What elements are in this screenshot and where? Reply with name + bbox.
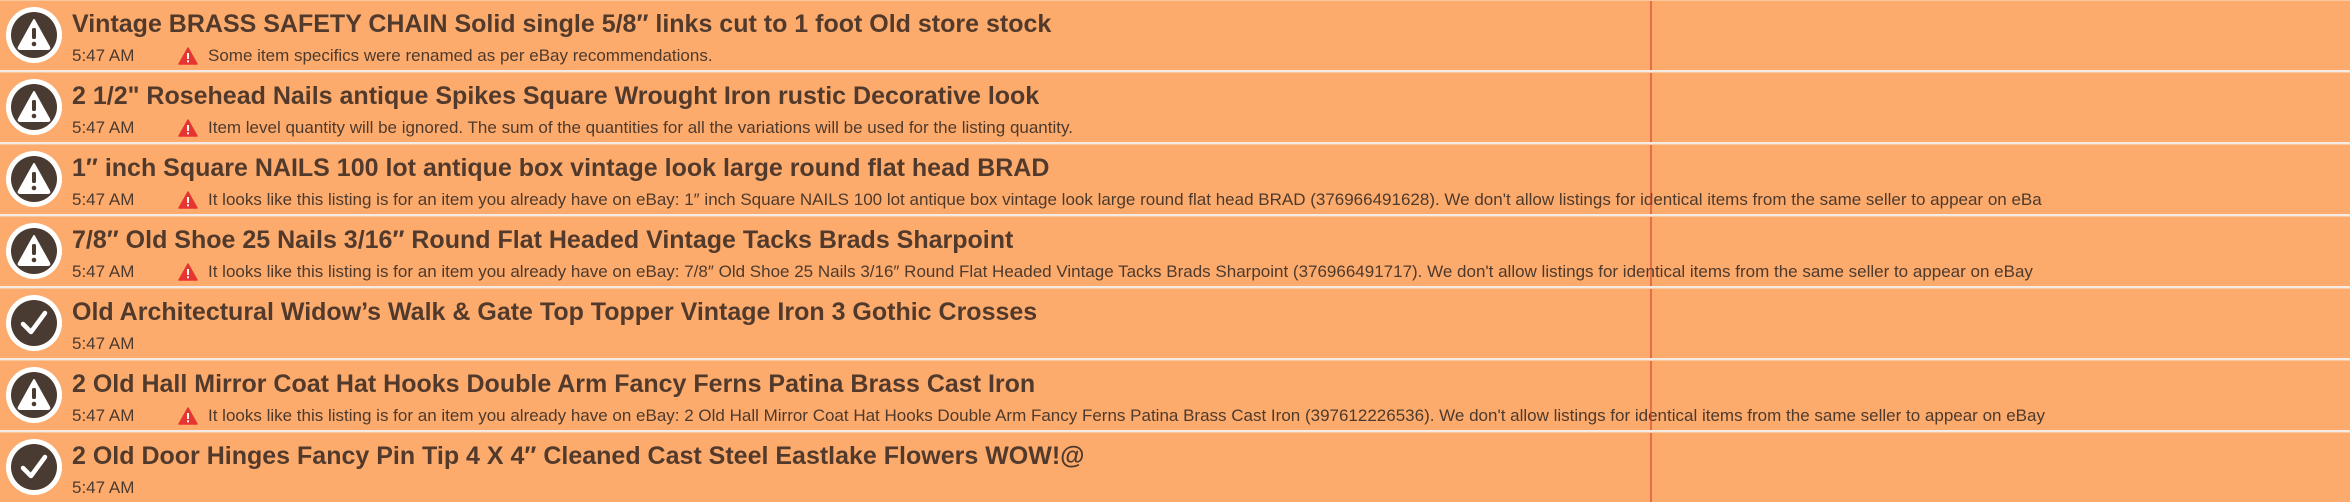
listing-row[interactable]: 2 1/2" Rosehead Nails antique Spikes Squ…	[0, 72, 2350, 142]
listing-timestamp: 5:47 AM	[72, 190, 135, 209]
listing-title: 2 Old Hall Mirror Coat Hat Hooks Double …	[72, 370, 1036, 398]
warning-text: It looks like this listing is for an ite…	[208, 262, 2033, 281]
warning-text: Some item specifics were renamed as per …	[208, 46, 713, 65]
listing-timestamp: 5:47 AM	[72, 46, 135, 65]
listing-row[interactable]: 7/8″ Old Shoe 25 Nails 3/16″ Round Flat …	[0, 216, 2350, 286]
exclamation-icon	[6, 151, 62, 207]
warning-triangle-icon	[178, 407, 198, 425]
warning-triangle-icon	[178, 191, 198, 209]
listing-timestamp: 5:47 AM	[72, 406, 135, 425]
checkmark-icon	[6, 295, 62, 351]
exclamation-icon	[6, 79, 62, 135]
listing-title: 1″ inch Square NAILS 100 lot antique box…	[72, 154, 1050, 182]
listing-title: 7/8″ Old Shoe 25 Nails 3/16″ Round Flat …	[72, 226, 1014, 254]
exclamation-icon	[6, 367, 62, 423]
warning-triangle-icon	[178, 263, 198, 281]
listing-row[interactable]: Vintage BRASS SAFETY CHAIN Solid single …	[0, 0, 2350, 70]
exclamation-icon	[6, 7, 62, 63]
listing-title: 2 1/2" Rosehead Nails antique Spikes Squ…	[72, 82, 1040, 110]
column-seam	[1650, 1, 1652, 70]
warning-text: It looks like this listing is for an ite…	[208, 406, 2045, 425]
listing-title: Vintage BRASS SAFETY CHAIN Solid single …	[72, 10, 1052, 38]
column-seam	[1650, 433, 1652, 502]
listing-title: Old Architectural Widow’s Walk & Gate To…	[72, 298, 1038, 326]
listing-results-list: Vintage BRASS SAFETY CHAIN Solid single …	[0, 0, 2350, 502]
column-seam	[1650, 145, 1652, 214]
listing-timestamp: 5:47 AM	[72, 262, 135, 281]
listing-row[interactable]: Old Architectural Widow’s Walk & Gate To…	[0, 288, 2350, 358]
listing-row[interactable]: 2 Old Door Hinges Fancy Pin Tip 4 X 4″ C…	[0, 432, 2350, 502]
exclamation-icon	[6, 223, 62, 279]
listing-timestamp: 5:47 AM	[72, 478, 135, 497]
warning-triangle-icon	[178, 119, 198, 137]
column-seam	[1650, 361, 1652, 430]
column-seam	[1650, 73, 1652, 142]
column-seam	[1650, 217, 1652, 286]
warning-text: It looks like this listing is for an ite…	[208, 190, 2042, 209]
warning-triangle-icon	[178, 47, 198, 65]
checkmark-icon	[6, 439, 62, 495]
warning-text: Item level quantity will be ignored. The…	[208, 118, 1073, 137]
listing-timestamp: 5:47 AM	[72, 118, 135, 137]
listing-timestamp: 5:47 AM	[72, 334, 135, 353]
column-seam	[1650, 289, 1652, 358]
listing-row[interactable]: 1″ inch Square NAILS 100 lot antique box…	[0, 144, 2350, 214]
listing-row[interactable]: 2 Old Hall Mirror Coat Hat Hooks Double …	[0, 360, 2350, 430]
listing-title: 2 Old Door Hinges Fancy Pin Tip 4 X 4″ C…	[72, 442, 1085, 470]
